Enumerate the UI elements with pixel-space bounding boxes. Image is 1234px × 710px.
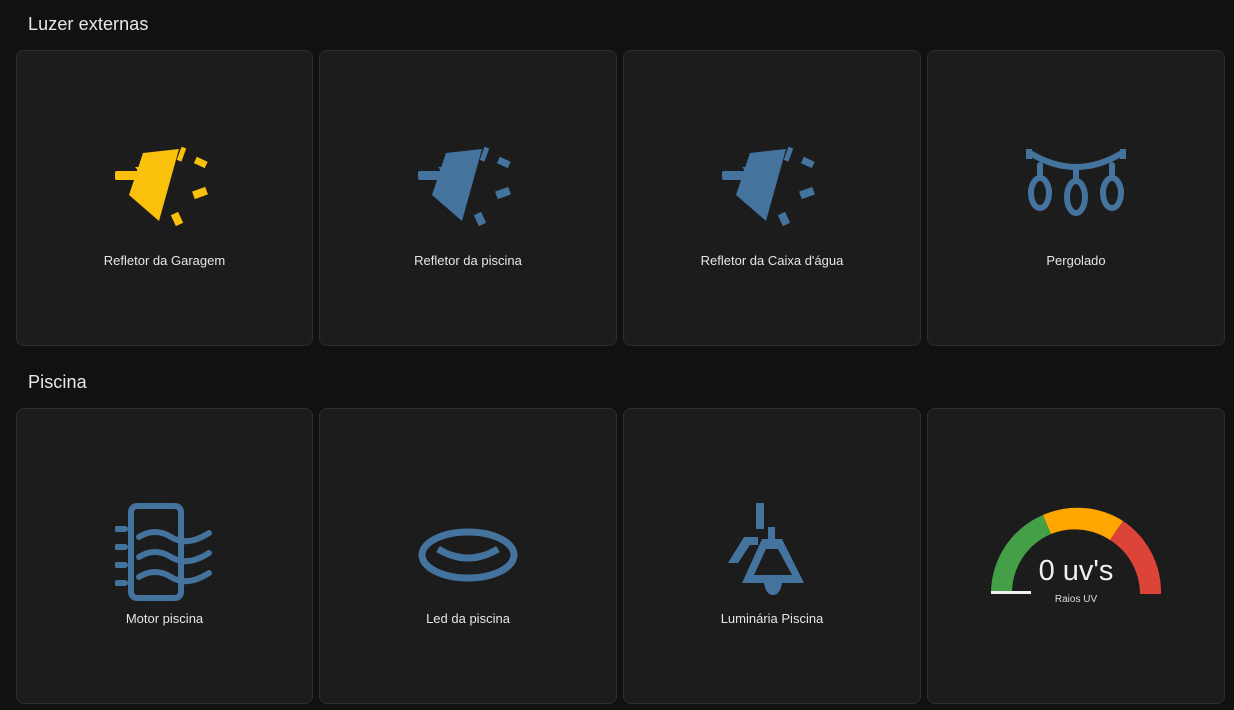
card-pergolado[interactable]: Pergolado: [927, 50, 1225, 346]
section-title-luzer-externas: Luzer externas: [28, 14, 149, 34]
card-refletor-garagem[interactable]: Refletor da Garagem: [16, 50, 313, 346]
floodlight-icon: [114, 145, 215, 245]
floodlight-icon: [722, 145, 822, 245]
card-label: Luminária Piscina: [720, 611, 824, 626]
card-grid-luzer-externas: Refletor da Garagem Refletor da piscina: [16, 50, 1226, 346]
card-refletor-caixa-dagua[interactable]: Refletor da Caixa d'água: [623, 50, 921, 346]
gauge-label: Raios UV: [1054, 594, 1098, 605]
card-label: Pergolado: [1046, 253, 1106, 268]
card-raios-uv-gauge[interactable]: 0 uv's Raios UV: [927, 408, 1225, 704]
ceiling-light-icon: [418, 503, 518, 603]
card-refletor-piscina[interactable]: Refletor da piscina: [319, 50, 617, 346]
section-title-piscina: Piscina: [28, 372, 87, 392]
card-label: Motor piscina: [125, 611, 204, 626]
uv-gauge: 0 uv's Raios UV: [981, 501, 1171, 611]
gauge-value: 0 uv's: [1038, 555, 1114, 587]
pendant-lamp-icon: [722, 503, 822, 603]
string-lights-icon: [1026, 145, 1126, 245]
card-motor-piscina[interactable]: Motor piscina: [16, 408, 313, 704]
water-pump-icon: [114, 503, 215, 603]
card-label: Led da piscina: [426, 611, 510, 626]
floodlight-icon: [418, 145, 518, 245]
card-label: Refletor da piscina: [414, 253, 522, 268]
card-label: Refletor da Garagem: [103, 253, 226, 268]
card-grid-piscina: Motor piscina Led da piscina Luminária P…: [16, 408, 1226, 704]
card-led-piscina[interactable]: Led da piscina: [319, 408, 617, 704]
card-label: Refletor da Caixa d'água: [700, 253, 844, 268]
card-luminaria-piscina[interactable]: Luminária Piscina: [623, 408, 921, 704]
